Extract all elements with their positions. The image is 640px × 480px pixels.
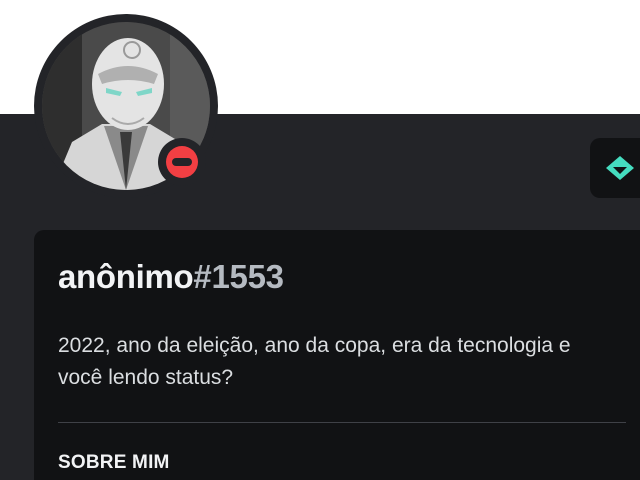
badge-container[interactable] (590, 138, 640, 198)
username-with-tag[interactable]: anônimo#1553 (58, 258, 284, 296)
divider (58, 422, 626, 423)
hypesquad-balance-icon (606, 156, 634, 180)
custom-status: 2022, ano da eleição, ano da copa, era d… (58, 334, 571, 389)
do-not-disturb-status-icon (166, 146, 198, 178)
about-me-heading: SOBRE MIM (58, 452, 170, 473)
user-profile-popout: anônimo#1553 2022, ano da eleição, ano d… (0, 0, 640, 480)
username: anônimo (58, 258, 194, 295)
discriminator: #1553 (193, 258, 284, 295)
